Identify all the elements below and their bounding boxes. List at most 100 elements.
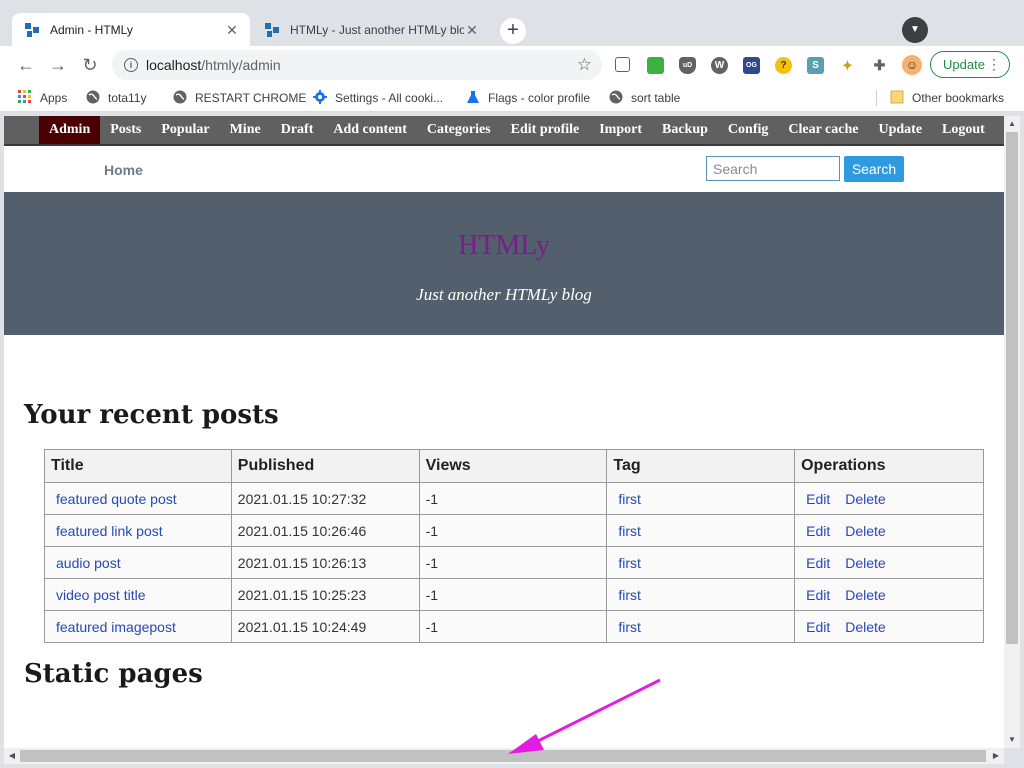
bookmark-tota11y[interactable]: tota11y (86, 89, 146, 107)
scroll-left-arrow-icon[interactable]: ◀ (4, 748, 20, 764)
delete-link[interactable]: Delete (840, 555, 885, 571)
flask-icon (467, 91, 479, 103)
edit-link[interactable]: Edit (801, 587, 830, 603)
pin-extension-icon[interactable]: ✦ (839, 57, 856, 74)
ublock-extension-icon[interactable]: uD (679, 57, 696, 74)
bookmark-settings-cookies[interactable]: Settings - All cooki... (313, 89, 443, 107)
close-tab-icon[interactable]: ✕ (224, 22, 240, 38)
horizontal-scrollbar[interactable]: ◀ ▶ (4, 748, 1004, 764)
nav-home-link[interactable]: Home (104, 162, 143, 178)
post-title-cell: featured imagepost (44, 610, 232, 643)
tag-link[interactable]: first (613, 619, 641, 635)
operations-cell: Edit Delete (794, 578, 984, 611)
table-row: video post title 2021.01.15 10:25:23 -1 … (44, 578, 984, 611)
bookmark-flags[interactable]: Flags - color profile (466, 89, 590, 107)
post-title-link[interactable]: video post title (51, 587, 146, 603)
extensions-puzzle-icon[interactable]: ✚ (871, 57, 888, 74)
views-cell: -1 (418, 514, 608, 547)
globe-icon (609, 90, 623, 104)
htmly-favicon-icon (25, 22, 39, 37)
edit-link[interactable]: Edit (801, 523, 830, 539)
column-header-operations: Operations (794, 449, 984, 483)
tab-title: Admin - HTMLy (50, 22, 133, 37)
admin-menu-edit-profile[interactable]: Edit profile (501, 116, 590, 144)
wave-extension-icon[interactable]: W (711, 57, 728, 74)
back-arrow-icon[interactable]: ← (16, 55, 36, 75)
sheets-extension-icon[interactable] (647, 57, 664, 74)
close-tab-icon[interactable]: ✕ (464, 22, 480, 38)
published-cell: 2021.01.15 10:24:49 (230, 610, 420, 643)
bookmark-star-icon[interactable]: ☆ (577, 55, 592, 75)
tab-admin[interactable]: Admin - HTMLy ✕ (12, 13, 250, 46)
published-cell: 2021.01.15 10:26:13 (230, 546, 420, 579)
delete-link[interactable]: Delete (840, 587, 885, 603)
views-cell: -1 (418, 578, 608, 611)
column-header-title: Title (44, 449, 232, 483)
reload-icon[interactable]: ↻ (80, 55, 100, 75)
update-chrome-button[interactable]: Update ⋮ (930, 51, 1010, 78)
tab-search-icon[interactable]: ▼ (902, 17, 928, 43)
admin-menu-mine[interactable]: Mine (220, 116, 271, 144)
tag-link[interactable]: first (613, 491, 641, 507)
vertical-scrollbar[interactable]: ▲ ▼ (1004, 116, 1020, 748)
vertical-scroll-thumb[interactable] (1006, 132, 1018, 644)
scroll-down-arrow-icon[interactable]: ▼ (1004, 732, 1020, 748)
address-bar[interactable]: i localhost/htmly/admin ☆ (112, 50, 602, 80)
post-title-link[interactable]: featured link post (51, 523, 163, 539)
scroll-up-arrow-icon[interactable]: ▲ (1004, 116, 1020, 132)
column-header-views: Views (418, 449, 608, 483)
page-viewport: Admin Posts Popular Mine Draft Add conte… (4, 116, 1004, 748)
bookmark-restart-chrome[interactable]: RESTART CHROME (173, 89, 306, 107)
profile-avatar-icon[interactable]: ☺ (902, 55, 922, 75)
admin-menu-categories[interactable]: Categories (417, 116, 501, 144)
admin-menu-import[interactable]: Import (589, 116, 652, 144)
s-extension-icon[interactable]: S (807, 57, 824, 74)
help-extension-icon[interactable]: ? (775, 57, 792, 74)
table-row: featured imagepost 2021.01.15 10:24:49 -… (44, 610, 984, 643)
blog-title[interactable]: HTMLy (4, 230, 1004, 262)
bookmarks-separator (876, 90, 877, 106)
bookmark-sort-table[interactable]: sort table (609, 89, 680, 107)
delete-link[interactable]: Delete (840, 619, 885, 635)
admin-menu-draft[interactable]: Draft (271, 116, 324, 144)
tag-link[interactable]: first (613, 587, 641, 603)
horizontal-scroll-thumb[interactable] (20, 750, 986, 762)
bookmark-other[interactable]: Other bookmarks (890, 89, 1004, 107)
admin-menu-add-content[interactable]: Add content (323, 116, 417, 144)
admin-menu-config[interactable]: Config (718, 116, 778, 144)
forward-arrow-icon[interactable]: → (48, 55, 68, 75)
edit-link[interactable]: Edit (801, 555, 830, 571)
scroll-right-arrow-icon[interactable]: ▶ (988, 748, 1004, 764)
tag-cell: first (606, 514, 796, 547)
tag-link[interactable]: first (613, 555, 641, 571)
post-title-link[interactable]: featured imagepost (51, 619, 176, 635)
post-title-link[interactable]: featured quote post (51, 491, 177, 507)
edit-link[interactable]: Edit (801, 491, 830, 507)
search-input[interactable] (706, 156, 840, 181)
new-tab-button[interactable]: + (500, 18, 526, 44)
bookmark-apps[interactable]: Apps (18, 89, 67, 107)
admin-menu-admin[interactable]: Admin (39, 116, 101, 144)
column-header-published: Published (230, 449, 420, 483)
admin-menu-backup[interactable]: Backup (652, 116, 718, 144)
post-title-cell: audio post (44, 546, 232, 579)
tag-link[interactable]: first (613, 523, 641, 539)
table-row: audio post 2021.01.15 10:26:13 -1 first … (44, 546, 984, 579)
admin-menu-posts[interactable]: Posts (100, 116, 151, 144)
gear-icon (313, 90, 327, 104)
admin-menu-logout[interactable]: Logout (932, 116, 995, 144)
admin-menu-popular[interactable]: Popular (151, 116, 219, 144)
tab-blog[interactable]: HTMLy - Just another HTMLy blog ✕ (252, 13, 490, 46)
screenshot-extension-icon[interactable] (615, 57, 630, 72)
more-menu-icon[interactable]: ⋮ (987, 52, 1001, 77)
search-button[interactable]: Search (844, 156, 904, 182)
site-info-icon[interactable]: i (124, 58, 138, 72)
og-extension-icon[interactable]: OG (743, 57, 760, 74)
post-title-link[interactable]: audio post (51, 555, 121, 571)
delete-link[interactable]: Delete (840, 523, 885, 539)
edit-link[interactable]: Edit (801, 619, 830, 635)
admin-menu-clear-cache[interactable]: Clear cache (778, 116, 868, 144)
delete-link[interactable]: Delete (840, 491, 885, 507)
admin-menu-update[interactable]: Update (868, 116, 932, 144)
operations-cell: Edit Delete (794, 610, 984, 643)
